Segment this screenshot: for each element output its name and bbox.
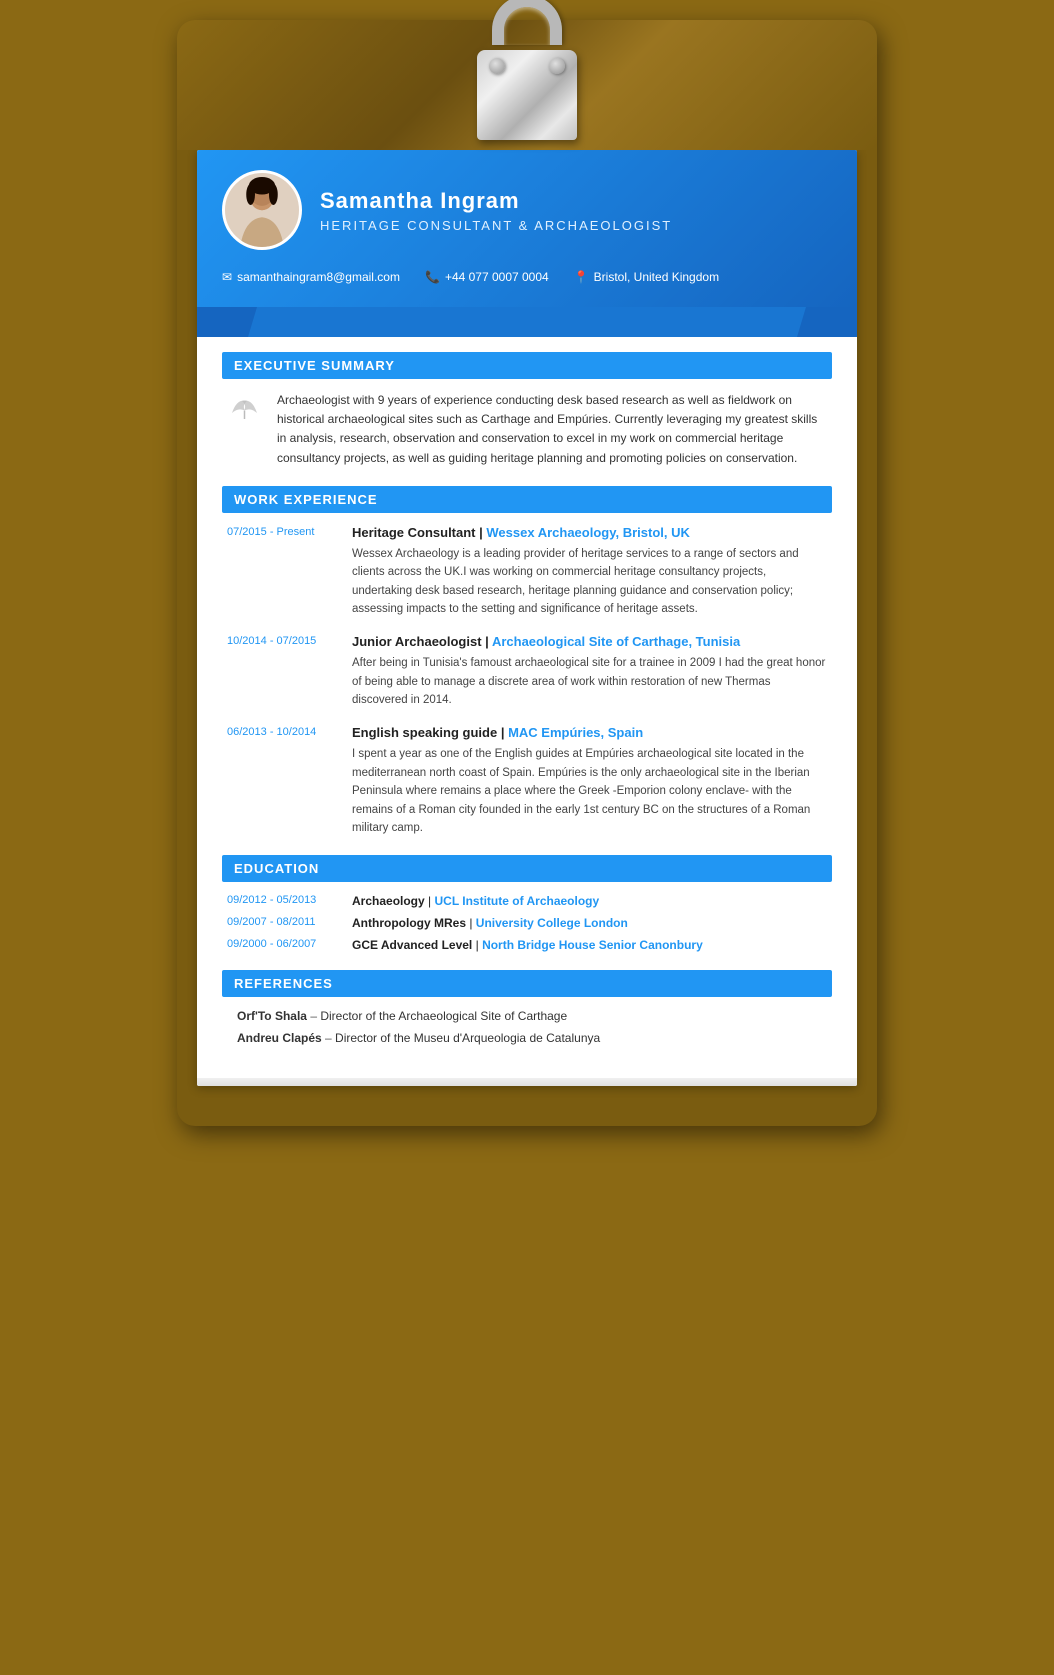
clipboard: Samantha Ingram HERITAGE CONSULTANT & AR… <box>177 20 877 1126</box>
executive-summary-header: EXECUTIVE SUMMARY <box>222 352 832 379</box>
ref-item-2: Andreu Clapés – Director of the Museu d'… <box>227 1031 827 1045</box>
work-details-1: Heritage Consultant | Wessex Archaeology… <box>352 525 827 619</box>
work-date-1: 07/2015 - Present <box>227 525 337 619</box>
work-title-1: Heritage Consultant | Wessex Archaeology… <box>352 525 827 540</box>
name-title: Samantha Ingram HERITAGE CONSULTANT & AR… <box>320 188 672 233</box>
references-content: Orf'To Shala – Director of the Archaeolo… <box>222 1009 832 1045</box>
work-details-3: English speaking guide | MAC Empúries, S… <box>352 725 827 837</box>
executive-summary-content: Archaeologist with 9 years of experience… <box>222 391 832 468</box>
paper-bottom <box>197 1078 857 1086</box>
ref-name-1: Orf'To Shala <box>237 1009 307 1023</box>
email-value: samanthaingram8@gmail.com <box>237 270 400 284</box>
edu-date-1: 09/2012 - 05/2013 <box>227 894 337 906</box>
ref-name-2: Andreu Clapés <box>237 1031 322 1045</box>
phone-icon: 📞 <box>425 270 440 284</box>
resume-paper: Samantha Ingram HERITAGE CONSULTANT & AR… <box>197 150 857 1086</box>
clipboard-top <box>177 20 877 150</box>
work-desc-2: After being in Tunisia's famoust archaeo… <box>352 654 827 709</box>
section-work-experience: WORK EXPERIENCE 07/2015 - Present Herita… <box>222 486 832 838</box>
edu-details-3: GCE Advanced Level | North Bridge House … <box>352 938 703 952</box>
work-desc-3: I spent a year as one of the English gui… <box>352 745 827 837</box>
resume-header: Samantha Ingram HERITAGE CONSULTANT & AR… <box>197 150 857 307</box>
screw-left <box>489 58 505 74</box>
ribbon <box>197 307 857 337</box>
edu-date-2: 09/2007 - 08/2011 <box>227 916 337 928</box>
person-name: Samantha Ingram <box>320 188 672 214</box>
summary-row: Archaeologist with 9 years of experience… <box>227 391 827 468</box>
edu-item-2: 09/2007 - 08/2011 Anthropology MRes | Un… <box>227 916 827 930</box>
job-title: HERITAGE CONSULTANT & ARCHAEOLOGIST <box>320 218 672 233</box>
summary-icon <box>227 393 262 427</box>
contact-email: ✉ samanthaingram8@gmail.com <box>222 270 400 284</box>
work-item-1: 07/2015 - Present Heritage Consultant | … <box>227 525 827 619</box>
location-value: Bristol, United Kingdom <box>594 270 719 284</box>
resume-body: EXECUTIVE SUMMARY Archaeologist with 9 y… <box>197 337 857 1078</box>
education-content: 09/2012 - 05/2013 Archaeology | UCL Inst… <box>222 894 832 952</box>
email-icon: ✉ <box>222 270 232 284</box>
references-header: REFERENCES <box>222 970 832 997</box>
work-desc-1: Wessex Archaeology is a leading provider… <box>352 545 827 619</box>
clipboard-clip <box>457 30 597 140</box>
section-references: REFERENCES Orf'To Shala – Director of th… <box>222 970 832 1045</box>
header-contact: ✉ samanthaingram8@gmail.com 📞 +44 077 00… <box>222 262 832 292</box>
section-education: EDUCATION 09/2012 - 05/2013 Archaeology … <box>222 855 832 952</box>
work-item-2: 10/2014 - 07/2015 Junior Archaeologist |… <box>227 634 827 709</box>
work-experience-header: WORK EXPERIENCE <box>222 486 832 513</box>
ref-item-1: Orf'To Shala – Director of the Archaeolo… <box>227 1009 827 1023</box>
work-date-2: 10/2014 - 07/2015 <box>227 634 337 709</box>
ribbon-left <box>197 307 257 337</box>
edu-item-3: 09/2000 - 06/2007 GCE Advanced Level | N… <box>227 938 827 952</box>
section-executive-summary: EXECUTIVE SUMMARY Archaeologist with 9 y… <box>222 352 832 468</box>
contact-location: 📍 Bristol, United Kingdom <box>574 270 719 284</box>
work-date-3: 06/2013 - 10/2014 <box>227 725 337 837</box>
work-title-2: Junior Archaeologist | Archaeological Si… <box>352 634 827 649</box>
location-icon: 📍 <box>574 270 589 284</box>
phone-value: +44 077 0007 0004 <box>445 270 549 284</box>
contact-phone: 📞 +44 077 0007 0004 <box>425 270 549 284</box>
work-title-3: English speaking guide | MAC Empúries, S… <box>352 725 827 740</box>
work-details-2: Junior Archaeologist | Archaeological Si… <box>352 634 827 709</box>
header-top: Samantha Ingram HERITAGE CONSULTANT & AR… <box>222 170 832 250</box>
ribbon-right <box>797 307 857 337</box>
edu-details-1: Archaeology | UCL Institute of Archaeolo… <box>352 894 599 908</box>
edu-date-3: 09/2000 - 06/2007 <box>227 938 337 950</box>
work-item-3: 06/2013 - 10/2014 English speaking guide… <box>227 725 827 837</box>
screw-right <box>549 58 565 74</box>
avatar <box>222 170 302 250</box>
summary-text: Archaeologist with 9 years of experience… <box>277 391 827 468</box>
edu-item-1: 09/2012 - 05/2013 Archaeology | UCL Inst… <box>227 894 827 908</box>
work-experience-content: 07/2015 - Present Heritage Consultant | … <box>222 525 832 838</box>
edu-details-2: Anthropology MRes | University College L… <box>352 916 628 930</box>
ref-role-1: Director of the Archaeological Site of C… <box>320 1009 567 1023</box>
ref-role-2: Director of the Museu d'Arqueologia de C… <box>335 1031 600 1045</box>
education-header: EDUCATION <box>222 855 832 882</box>
